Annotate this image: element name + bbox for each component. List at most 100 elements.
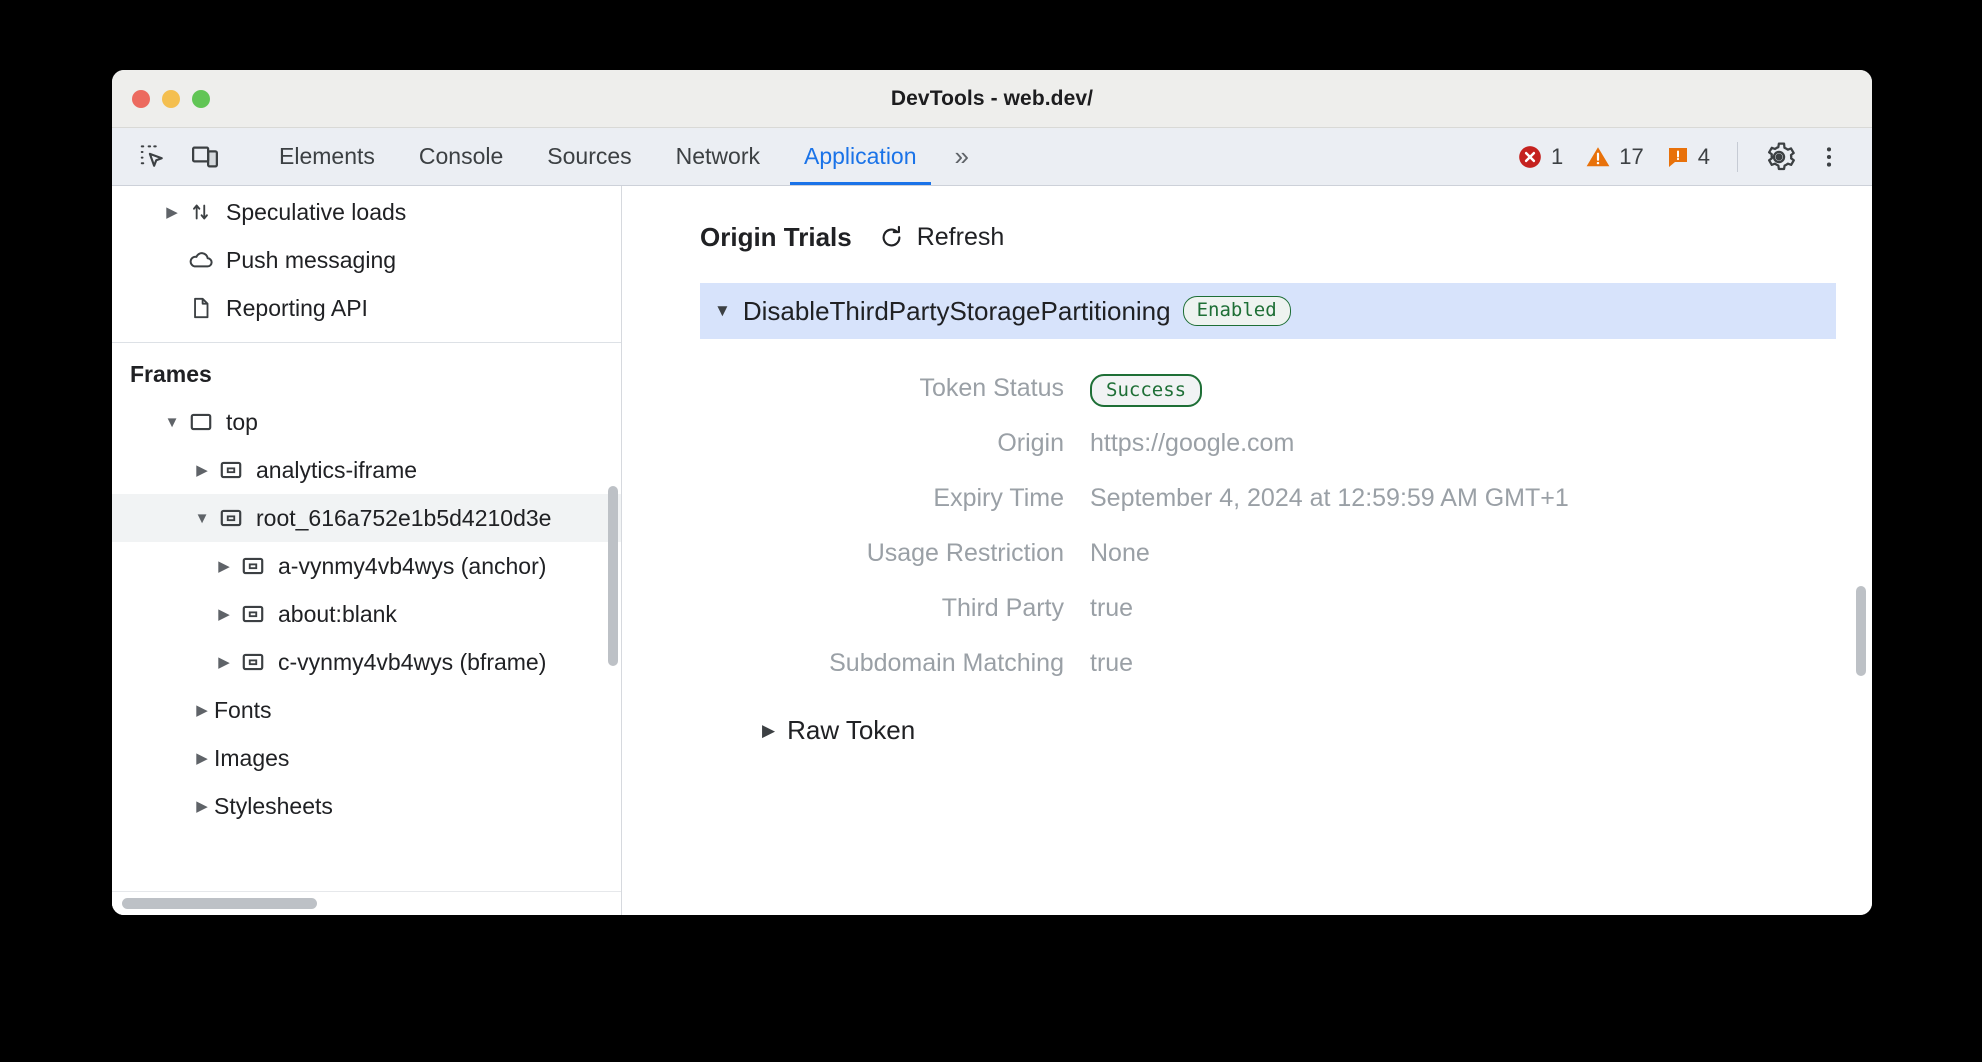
kebab-menu-icon <box>1816 144 1842 170</box>
more-options-button[interactable] <box>1806 134 1852 180</box>
iframe-icon <box>236 649 270 675</box>
devtools-toolbar: Elements Console Sources Network Applica… <box>112 128 1872 186</box>
sidebar-item-label: Push messaging <box>226 247 396 274</box>
sidebar-item-label: Reporting API <box>226 295 368 322</box>
sidebar-item-fonts[interactable]: ▶ Fonts <box>112 686 621 734</box>
no-twisty-placeholder: \u00a0 <box>160 252 184 269</box>
sidebar-item-label: c-vynmy4vb4wys (bframe) <box>278 649 546 676</box>
settings-button[interactable] <box>1756 134 1802 180</box>
sidebar-item-reporting-api[interactable]: \u00a0 Reporting API <box>112 284 621 332</box>
tab-label: Sources <box>547 143 631 170</box>
detail-row-expiry-time: Expiry Time September 4, 2024 at 12:59:5… <box>700 471 1836 526</box>
sidebar-item-frame-about-blank[interactable]: ▶ about:blank <box>112 590 621 638</box>
sidebar-item-frame-bframe[interactable]: ▶ c-vynmy4vb4wys (bframe) <box>112 638 621 686</box>
iframe-icon <box>236 601 270 627</box>
sidebar-top-group: ▶ Speculative loads \u00a0 <box>112 186 621 332</box>
expand-triangle-icon[interactable]: ▶ <box>190 461 214 479</box>
detail-value: https://google.com <box>1090 429 1294 458</box>
sidebar-item-label: Stylesheets <box>214 793 333 820</box>
expand-triangle-icon[interactable]: ▶ <box>212 605 236 623</box>
warning-count: 17 <box>1619 144 1643 170</box>
tab-sources[interactable]: Sources <box>525 128 653 185</box>
refresh-button[interactable]: Refresh <box>878 223 1005 252</box>
device-toolbar-button[interactable] <box>182 134 228 180</box>
application-sidebar: ▶ Speculative loads \u00a0 <box>112 186 622 915</box>
gear-icon <box>1763 141 1795 173</box>
expand-triangle-icon[interactable]: ▶ <box>190 797 214 815</box>
expand-triangle-icon[interactable]: ▶ <box>160 203 184 221</box>
sidebar-item-label: analytics-iframe <box>256 457 417 484</box>
sidebar-horizontal-scrollbar-track[interactable] <box>112 891 621 915</box>
origin-trial-block: ▼ DisableThirdPartyStoragePartitioning E… <box>622 283 1872 746</box>
warning-icon <box>1585 144 1611 170</box>
status-badge: Enabled <box>1183 296 1291 326</box>
sidebar-item-images[interactable]: ▶ Images <box>112 734 621 782</box>
sidebar-item-frame-anchor[interactable]: ▶ a-vynmy4vb4wys (anchor) <box>112 542 621 590</box>
window-title: DevTools - web.dev/ <box>112 87 1872 111</box>
detail-value: September 4, 2024 at 12:59:59 AM GMT+1 <box>1090 484 1569 513</box>
tab-label: Network <box>676 143 760 170</box>
tab-console[interactable]: Console <box>397 128 525 185</box>
page-title: Origin Trials <box>700 222 852 253</box>
collapse-triangle-icon[interactable]: ▼ <box>190 510 214 527</box>
collapse-triangle-icon[interactable]: ▼ <box>160 414 184 431</box>
browser-window-icon <box>184 409 218 435</box>
toolbar-left-group <box>112 128 257 185</box>
detail-row-usage-restriction: Usage Restriction None <box>700 526 1836 581</box>
detail-key: Expiry Time <box>700 484 1090 513</box>
sidebar-item-stylesheets[interactable]: ▶ Stylesheets <box>112 782 621 830</box>
panel-header: Origin Trials Refresh <box>622 222 1872 253</box>
more-tabs-button[interactable]: » <box>939 128 983 185</box>
detail-key: Token Status <box>700 374 1090 403</box>
collapse-triangle-icon[interactable]: ▼ <box>714 301 731 321</box>
sidebar-item-frame-root[interactable]: ▼ root_616a752e1b5d4210d3e <box>112 494 621 542</box>
error-icon <box>1517 144 1543 170</box>
detail-row-origin: Origin https://google.com <box>700 416 1836 471</box>
detail-key: Origin <box>700 429 1090 458</box>
detail-key: Third Party <box>700 594 1090 623</box>
window-titlebar: DevTools - web.dev/ <box>112 70 1872 128</box>
sidebar-item-speculative-loads[interactable]: ▶ Speculative loads <box>112 188 621 236</box>
raw-token-row[interactable]: ▶ Raw Token <box>700 715 1836 746</box>
sidebar-item-frame-top[interactable]: ▼ top <box>112 398 621 446</box>
sidebar-vertical-scrollbar[interactable] <box>608 486 618 666</box>
toolbar-right-divider <box>1737 142 1738 172</box>
origin-trial-header-row[interactable]: ▼ DisableThirdPartyStoragePartitioning E… <box>700 283 1836 339</box>
sidebar-horizontal-scrollbar-thumb[interactable] <box>122 898 317 909</box>
expand-triangle-icon[interactable]: ▶ <box>212 653 236 671</box>
detail-value: Success <box>1090 374 1202 403</box>
panel-tabs: Elements Console Sources Network Applica… <box>257 128 983 185</box>
device-toolbar-icon <box>190 142 220 172</box>
inspect-element-button[interactable] <box>130 134 176 180</box>
expand-triangle-icon[interactable]: ▶ <box>212 557 236 575</box>
error-counter[interactable]: 1 <box>1508 144 1572 170</box>
no-twisty-placeholder: \u00a0 <box>160 300 184 317</box>
raw-token-label: Raw Token <box>787 715 915 746</box>
expand-triangle-icon[interactable]: ▶ <box>762 721 775 741</box>
detail-key: Usage Restriction <box>700 539 1090 568</box>
refresh-icon <box>878 224 905 251</box>
tab-elements[interactable]: Elements <box>257 128 397 185</box>
detail-row-subdomain-matching: Subdomain Matching true <box>700 636 1836 691</box>
error-count: 1 <box>1551 144 1563 170</box>
tab-label: Elements <box>279 143 375 170</box>
document-icon <box>184 295 218 321</box>
sidebar-item-label: Speculative loads <box>226 199 406 226</box>
expand-triangle-icon[interactable]: ▶ <box>190 701 214 719</box>
iframe-icon <box>214 457 248 483</box>
tab-network[interactable]: Network <box>654 128 782 185</box>
token-status-badge: Success <box>1090 374 1202 407</box>
detail-value: true <box>1090 649 1133 678</box>
sidebar-item-frame-analytics-iframe[interactable]: ▶ analytics-iframe <box>112 446 621 494</box>
detail-row-token-status: Token Status Success <box>700 361 1836 416</box>
sidebar-item-label: top <box>226 409 258 436</box>
main-vertical-scrollbar[interactable] <box>1856 586 1866 676</box>
origin-trial-name: DisableThirdPartyStoragePartitioning <box>743 296 1171 327</box>
devtools-window: DevTools - web.dev/ Elements Console <box>112 70 1872 915</box>
origin-trials-panel: Origin Trials Refresh ▼ DisableThirdPart… <box>622 186 1872 915</box>
expand-triangle-icon[interactable]: ▶ <box>190 749 214 767</box>
warning-counter[interactable]: 17 <box>1576 144 1652 170</box>
sidebar-item-push-messaging[interactable]: \u00a0 Push messaging <box>112 236 621 284</box>
issues-counter[interactable]: 4 <box>1657 144 1719 170</box>
tab-application[interactable]: Application <box>782 128 939 185</box>
